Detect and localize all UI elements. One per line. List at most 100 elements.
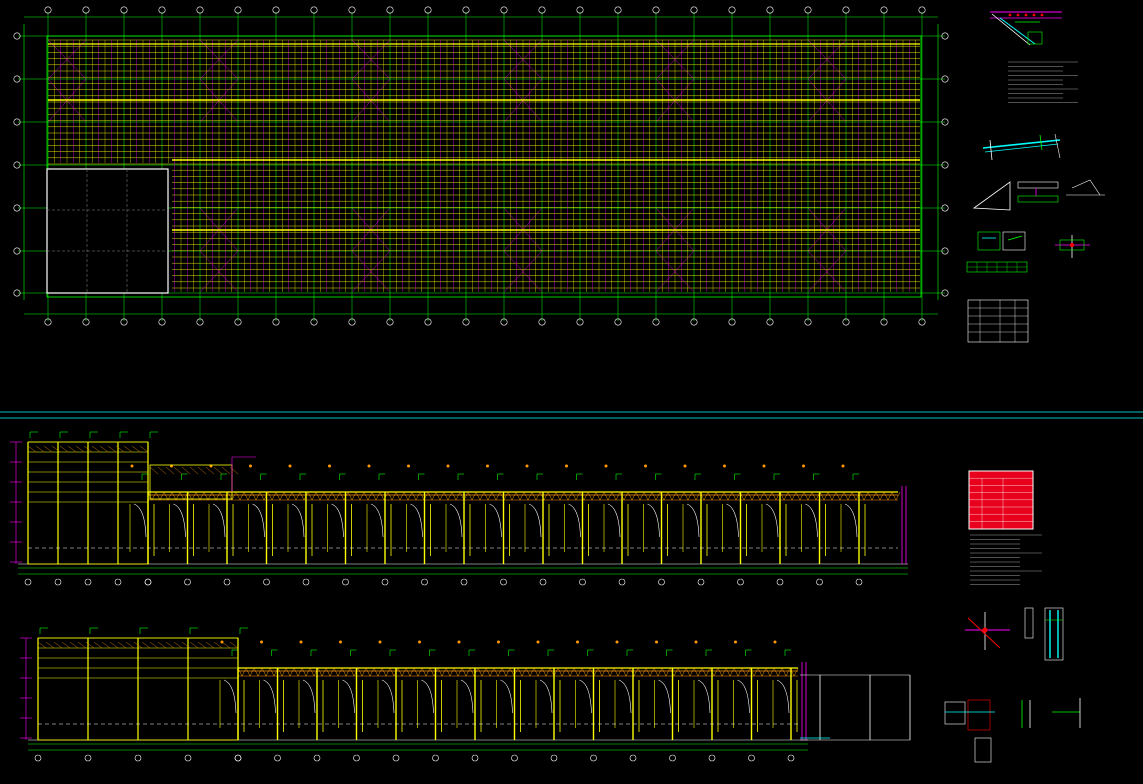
elevation-b-truss-member [309,667,315,677]
elevation-a-truss-member [239,491,245,501]
elevation-a-truss-member [247,491,253,501]
elevation-a-truss-member [655,491,661,501]
elevation-a-truss-member [839,491,845,501]
elevation-b-tall-truss [141,641,151,649]
elevation-a-mid-truss [229,466,239,475]
elevation-a-truss-member [707,491,713,501]
elevation-b-truss-member [665,667,671,677]
elevation-a-truss-member [403,491,409,501]
elevation-b-truss-member [325,667,331,677]
elevation-a-axis-bubble [500,578,507,586]
elevation-a-truss-member [279,491,285,501]
elevation-a-truss-member [823,491,829,501]
elevation-a-level-mark [604,464,608,468]
detail-7-section [944,701,966,725]
elevation-b-truss-member [605,667,611,677]
elevation-b-tall-truss [213,641,223,649]
elevation-a-truss-member [543,491,549,501]
elevation-a-tall-truss [35,445,45,453]
elevation-b-truss-member [657,667,663,677]
elevation-a-truss-member [843,491,849,501]
elevation-a-truss-member [859,491,865,501]
elevation-a-truss-member [255,491,261,501]
elevation-a-truss-member [799,491,805,501]
elevation-b-axis-bubble [134,754,142,762]
elevation-a-knee-brace [410,503,423,538]
detail-4-section [1002,231,1026,251]
elevation-a-truss-member [555,491,561,501]
elevation-a-truss-member [759,491,765,501]
elevation-b-tall-truss [189,641,199,649]
elevation-a-level-mark [723,464,726,468]
elevation-b-axis-bubble [353,754,360,762]
elevation-b-axis-bubble [274,754,281,762]
elevation-a-knee-brace [489,503,502,538]
elevation-b-truss-member [729,667,735,677]
detail-3-gusset [972,181,1011,211]
elevation-b-tall-truss [221,641,231,649]
elevation-a-truss-member [727,491,733,501]
elevation-a-truss-member [591,491,597,501]
elevation-a-truss-member [375,491,381,501]
elevation-a-axis-bubble [460,578,468,586]
elevation-a-truss-member [891,491,897,501]
elevation-b-truss-member [645,667,651,677]
detail-2-beam [984,143,1059,153]
elevation-b-truss-member [581,667,587,677]
elevation-a-truss-member [831,491,837,501]
elevation-b-truss-member [757,667,763,677]
elevation-a-knee-brace [133,503,147,538]
elevation-a-truss-member [391,491,397,501]
elevation-a-truss-member [635,491,641,501]
elevation-b-truss-member [413,667,419,677]
elevation-b-truss-member [585,667,591,677]
elevation-b-truss-member [365,667,371,677]
elevation-b-tall-truss [37,641,47,649]
elevation-b-truss-member [793,667,799,677]
cad-drawing-sheet [0,0,1143,780]
elevation-b-tall-truss [93,641,103,649]
cad-canvas [0,6,1143,763]
elevation-a-axis-bubble [539,578,547,586]
elevation-a-truss-member [363,491,369,501]
elevation-a-truss-member [767,491,773,501]
elevation-a-axis-bubble [114,578,122,586]
elevation-b-truss-member [249,667,255,677]
elevation-b-truss-member [569,667,575,677]
elevation-a-truss-member [231,491,237,501]
detail-3-beam [1017,195,1059,203]
elevation-a-truss-member [627,491,633,501]
elevation-a-truss-member [667,491,673,501]
elevation-a-truss-member [327,491,333,501]
elevation-b-truss-member [533,667,539,677]
elevation-b-truss-member [529,667,535,677]
elevation-a-truss-member [479,491,485,501]
elevation-a-truss-member [359,491,365,501]
elevation-a-truss-member [435,491,441,501]
elevation-a-truss-member [835,491,841,501]
elevation-a-truss-member [735,491,741,501]
elevation-a-axis-bubble [737,578,744,586]
elevation-a-axis-bubble [658,578,665,586]
elevation-b-truss-member [385,667,391,677]
elevation-a-truss-member [439,491,445,501]
elevation-a-truss-member [895,491,901,501]
elevation-b-tall-truss [61,641,71,649]
elevation-b-knee-brace [302,679,316,714]
elevation-b-axis-bubble [392,754,400,762]
elevation-a-truss-member [495,491,501,501]
elevation-a-knee-brace [765,503,779,538]
elevation-b-axis-bubble [550,754,558,762]
elevation-a-truss-member [643,491,649,501]
elevation-a-knee-brace [528,503,542,538]
elevation-b-level-mark [773,640,777,644]
elevation-a-truss-member [807,491,813,501]
elevation-a-truss-member [447,491,453,501]
elevation-b-knee-brace [697,679,711,714]
elevation-b-knee-brace [539,679,553,714]
elevation-b-tall-truss [117,641,127,649]
elevation-a-axis-bubble [302,578,310,586]
elevation-a-truss-member [355,491,361,501]
elevation-b-truss-member [301,667,307,677]
elevation-b-truss-member [409,667,415,677]
